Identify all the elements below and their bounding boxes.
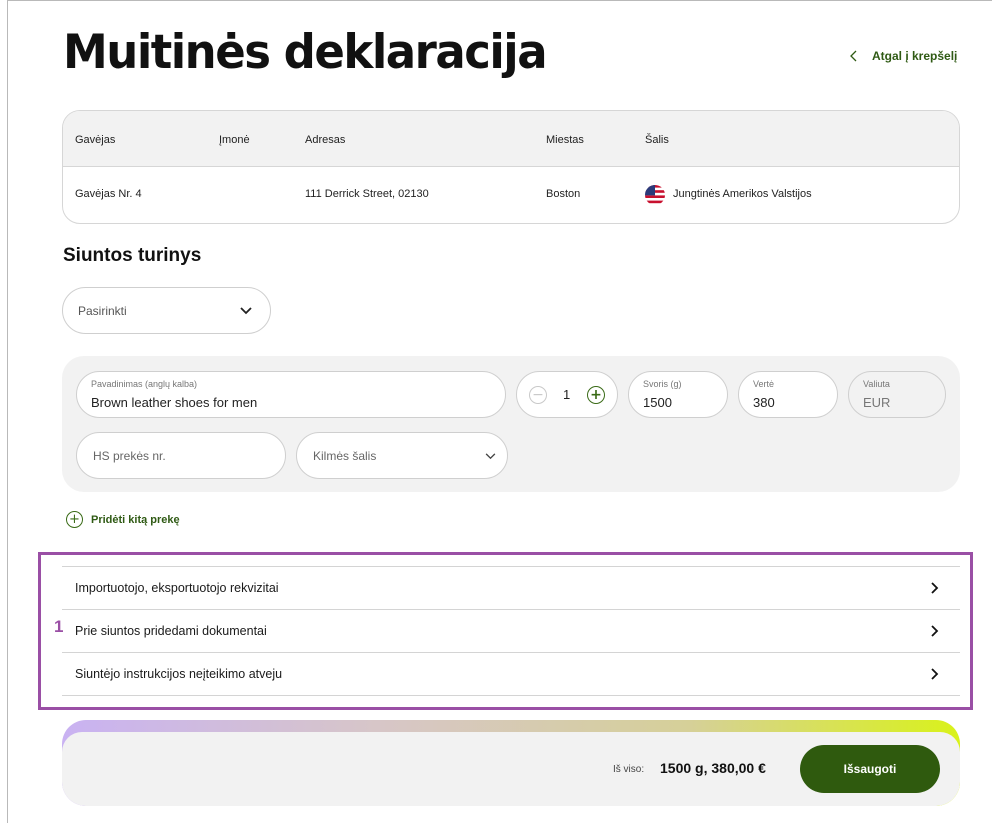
quantity-stepper[interactable]: − 1 + <box>516 371 618 418</box>
window-border-top <box>7 0 992 1</box>
chevron-down-icon <box>240 306 252 314</box>
origin-country-placeholder: Kilmės šalis <box>313 449 377 463</box>
total-label: Iš viso: <box>613 764 645 775</box>
item-name-field[interactable]: Pavadinimas (anglų kalba) Brown leather … <box>76 371 506 418</box>
weight-value: 1500 <box>643 395 672 410</box>
recipient-table: Gavėjas Įmonė Adresas Miestas Šalis Gavė… <box>62 110 960 224</box>
header-city: Miestas <box>546 134 584 146</box>
us-flag-icon <box>645 185 665 205</box>
add-item-button[interactable]: + Pridėti kitą prekę <box>66 511 180 528</box>
value-label: Vertė <box>753 379 775 389</box>
minus-icon[interactable]: − <box>529 386 547 404</box>
origin-country-select[interactable]: Kilmės šalis <box>296 432 508 479</box>
plus-icon[interactable]: + <box>587 386 605 404</box>
recipient-address: 111 Derrick Street, 02130 <box>305 188 429 200</box>
value-field[interactable]: Vertė 380 <box>738 371 838 418</box>
plus-circle-icon: + <box>66 511 83 528</box>
add-item-label: Pridėti kitą prekę <box>91 513 180 526</box>
window-border-left <box>7 0 8 823</box>
page-title: Muitinės deklaracija <box>63 24 548 80</box>
header-company: Įmonė <box>219 134 250 146</box>
hs-code-field[interactable]: HS prekės nr. <box>76 432 286 479</box>
annotation-number: 1 <box>54 617 64 636</box>
header-country: Šalis <box>645 134 669 146</box>
back-to-cart-label: Atgal į krepšelį <box>872 49 958 63</box>
recipient-table-header <box>63 111 959 167</box>
currency-field: Valiuta EUR <box>848 371 946 418</box>
weight-field[interactable]: Svoris (g) 1500 <box>628 371 728 418</box>
hs-code-placeholder: HS prekės nr. <box>93 449 166 463</box>
back-to-cart-link[interactable]: Atgal į krepšelį <box>848 49 957 63</box>
recipient-name: Gavėjas Nr. 4 <box>75 188 142 200</box>
quantity-value: 1 <box>563 387 571 402</box>
contents-title: Siuntos turinys <box>63 245 202 266</box>
chevron-left-icon <box>850 50 857 62</box>
currency-value: EUR <box>863 395 891 410</box>
recipient-country: Jungtinės Amerikos Valstijos <box>673 188 812 200</box>
annotation-highlight-box <box>38 552 973 710</box>
contents-type-placeholder: Pasirinkti <box>78 303 127 318</box>
save-button[interactable]: Išsaugoti <box>800 745 940 793</box>
contents-type-select[interactable]: Pasirinkti <box>62 287 271 334</box>
header-recipient: Gavėjas <box>75 134 116 146</box>
item-name-value: Brown leather shoes for men <box>91 395 258 410</box>
chevron-down-icon <box>485 453 496 460</box>
item-name-label: Pavadinimas (anglų kalba) <box>91 379 198 389</box>
weight-label: Svoris (g) <box>643 379 682 389</box>
header-address: Adresas <box>305 134 346 146</box>
total-value: 1500 g, 380,00 € <box>660 760 766 776</box>
value-value: 380 <box>753 395 775 410</box>
currency-label: Valiuta <box>863 379 890 389</box>
recipient-city: Boston <box>546 188 581 200</box>
